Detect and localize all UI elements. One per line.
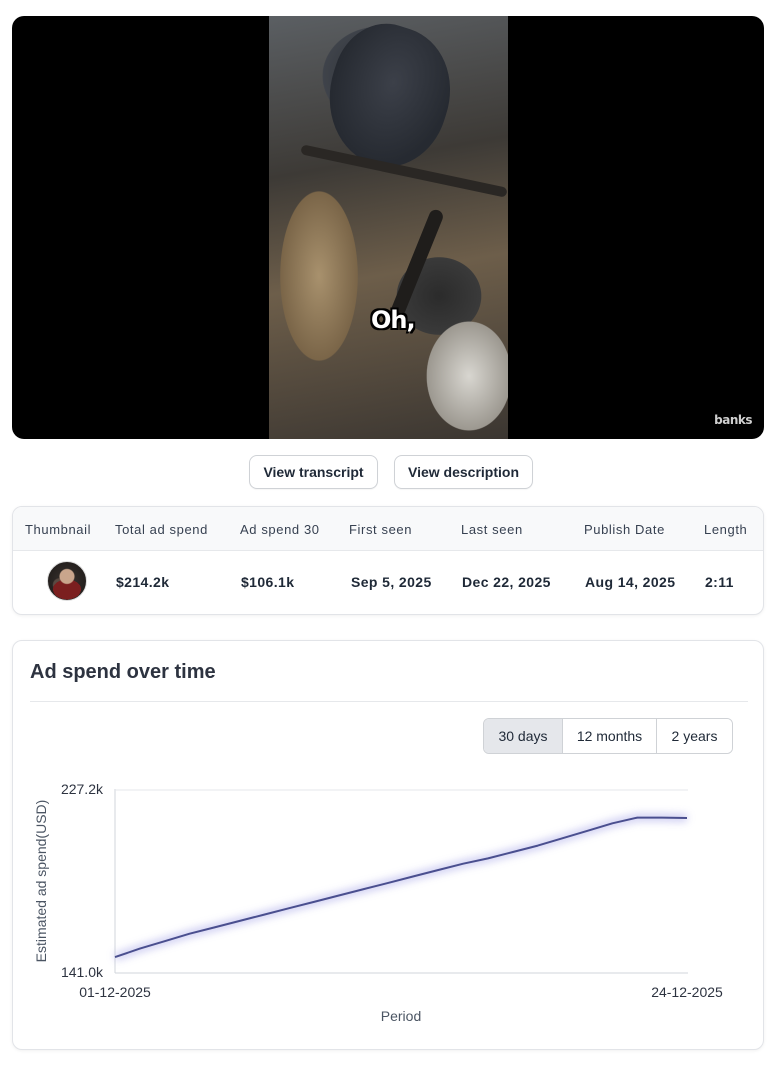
video-frame xyxy=(269,16,508,439)
header-ad-spend-30: Ad spend 30 xyxy=(240,522,320,537)
view-description-button[interactable]: View description xyxy=(394,455,533,489)
data-point-8[interactable] xyxy=(308,896,320,908)
header-total-ad-spend: Total ad spend xyxy=(115,522,208,537)
cell-publish-date: Aug 14, 2025 xyxy=(585,574,676,590)
data-point-20[interactable] xyxy=(606,817,618,829)
data-point-15[interactable] xyxy=(482,852,494,864)
x-tick-end: 24-12-2025 xyxy=(651,984,723,1000)
data-point-6[interactable] xyxy=(258,909,270,921)
x-tick-start: 01-12-2025 xyxy=(79,984,151,1000)
ad-stats-table: Thumbnail Total ad spend Ad spend 30 Fir… xyxy=(12,506,764,615)
data-point-14[interactable] xyxy=(457,858,469,870)
y-axis-title: Estimated ad spend(USD) xyxy=(33,800,49,963)
series-line-0 xyxy=(114,816,688,959)
data-point-0[interactable] xyxy=(109,951,121,963)
header-last-seen: Last seen xyxy=(461,522,523,537)
data-point-2[interactable] xyxy=(159,935,171,947)
series-layer xyxy=(109,812,693,963)
data-point-3[interactable] xyxy=(184,928,196,940)
data-point-17[interactable] xyxy=(532,840,544,852)
cell-first-seen: Sep 5, 2025 xyxy=(351,574,432,590)
data-point-11[interactable] xyxy=(383,877,395,889)
data-point-23[interactable] xyxy=(681,812,693,824)
header-publish-date: Publish Date xyxy=(584,522,665,537)
cell-total-ad-spend: $214.2k xyxy=(116,574,170,590)
data-point-9[interactable] xyxy=(333,890,345,902)
data-point-13[interactable] xyxy=(432,864,444,876)
video-caption: Oh, xyxy=(371,306,416,334)
data-point-19[interactable] xyxy=(582,825,594,837)
table-header: Thumbnail Total ad spend Ad spend 30 Fir… xyxy=(13,507,763,551)
data-point-1[interactable] xyxy=(134,943,146,955)
header-length: Length xyxy=(704,522,748,537)
data-point-21[interactable] xyxy=(631,812,643,824)
action-buttons: View transcript View description xyxy=(0,455,782,489)
cell-last-seen: Dec 22, 2025 xyxy=(462,574,551,590)
series-glow xyxy=(113,813,688,961)
data-point-16[interactable] xyxy=(507,846,519,858)
data-point-18[interactable] xyxy=(557,832,569,844)
y-tick-min: 141.0k xyxy=(61,964,104,980)
y-tick-max: 227.2k xyxy=(61,781,104,797)
view-transcript-button[interactable]: View transcript xyxy=(249,455,378,489)
ad-spend-chart-card: Ad spend over time 30 days 12 months 2 y… xyxy=(12,640,764,1050)
header-first-seen: First seen xyxy=(349,522,413,537)
cell-length: 2:11 xyxy=(705,574,734,590)
video-player[interactable]: Oh, banks xyxy=(12,16,764,439)
header-thumbnail: Thumbnail xyxy=(25,522,92,537)
data-point-10[interactable] xyxy=(358,883,370,895)
data-point-4[interactable] xyxy=(209,921,221,933)
cell-ad-spend-30: $106.1k xyxy=(241,574,295,590)
data-point-22[interactable] xyxy=(656,812,668,824)
data-point-5[interactable] xyxy=(233,915,245,927)
data-point-7[interactable] xyxy=(283,902,295,914)
data-point-12[interactable] xyxy=(407,870,419,882)
ad-spend-line-chart: 227.2k 141.0k 01-12-2025 24-12-2025 Peri… xyxy=(33,781,723,1024)
watermark-logo: banks xyxy=(714,413,752,427)
x-axis-title: Period xyxy=(381,1008,421,1024)
video-thumbnail[interactable] xyxy=(47,561,87,601)
